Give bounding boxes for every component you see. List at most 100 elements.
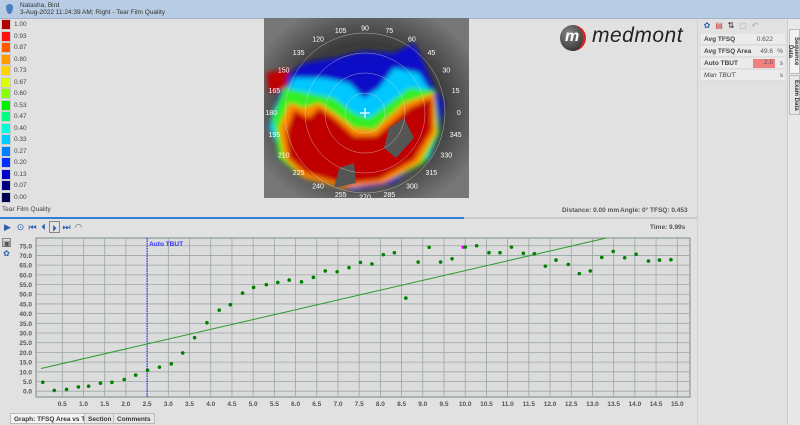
data-point: [86, 384, 91, 388]
legend-item: 0.80: [1, 53, 61, 65]
x-tick-label: 1.0: [79, 401, 88, 408]
data-point: [427, 245, 431, 250]
x-tick-label: 15.0: [671, 401, 684, 408]
flag-icon[interactable]: ▤: [714, 21, 724, 30]
result-value: 49.6: [760, 48, 773, 55]
angle-label: 15: [452, 88, 460, 95]
y-tick-label: 45.0: [19, 301, 32, 308]
tab-section[interactable]: Section: [84, 413, 116, 424]
y-tick-label: 15.0: [19, 360, 32, 367]
data-point: [311, 275, 316, 280]
legend-label: 0.20: [14, 159, 27, 166]
data-point: [347, 265, 351, 270]
legend-item: 1.00: [1, 19, 61, 30]
x-tick-label: 8.0: [376, 401, 385, 408]
legend-swatch: [1, 19, 11, 30]
data-point: [287, 278, 292, 282]
data-point: [669, 257, 673, 262]
angle-readout: Angle: 0°: [620, 207, 649, 214]
sort-icon[interactable]: ⇅: [726, 21, 736, 30]
data-point: [335, 269, 339, 274]
legend-item: 0.27: [1, 145, 61, 157]
data-point: [498, 250, 502, 255]
data-point: [217, 308, 222, 312]
x-tick-label: 12.0: [544, 401, 557, 408]
step-back-button[interactable]: ⏴: [38, 221, 49, 233]
tab-sequence-data[interactable]: Sequence Data: [787, 29, 800, 74]
data-point: [228, 302, 233, 307]
data-point: [205, 320, 209, 325]
data-point: [532, 251, 537, 256]
data-point: [275, 280, 280, 285]
legend-item: 0.13: [1, 168, 61, 180]
refresh-icon[interactable]: ✿: [702, 21, 712, 30]
undo-icon[interactable]: ↶: [750, 21, 760, 30]
x-tick-label: 6.0: [291, 401, 300, 408]
data-point: [64, 387, 69, 392]
result-row: Avg TFSQ 0.622: [701, 34, 785, 45]
playback-progress-bar[interactable]: [0, 217, 697, 219]
data-point: [192, 335, 197, 340]
tfsq-area-chart: 0.0 5.0 10.0 15.0 20.0 25.0 30.0 35.0 40.0 45.0 50…: [19, 237, 691, 408]
data-point: [110, 380, 114, 385]
tab-comments[interactable]: Comments: [113, 413, 155, 424]
legend-item: 0.67: [1, 76, 61, 88]
x-tick-label: 3.0: [164, 401, 173, 408]
x-tick-label: 14.0: [629, 401, 642, 408]
data-point: [381, 252, 386, 257]
y-tick-label: 10.0: [19, 369, 32, 376]
plot-area: [35, 237, 691, 398]
result-value: 2.5: [753, 59, 775, 68]
x-tick-label: 11.0: [501, 401, 514, 408]
data-point: [554, 258, 558, 262]
x-tick-label: 9.5: [439, 401, 448, 408]
result-unit: %: [777, 48, 783, 55]
data-point: [463, 245, 468, 249]
skip-back-button[interactable]: ⏮: [27, 221, 38, 233]
result-row: Auto TBUT 2.5 s: [701, 58, 785, 69]
y-tick-label: 35.0: [19, 321, 32, 328]
legend-item: 0.20: [1, 157, 61, 168]
x-tick-label: 11.5: [523, 401, 536, 408]
legend-item: 0.73: [1, 65, 61, 76]
x-tick-label: 6.5: [312, 401, 321, 408]
x-tick-label: 2.5: [143, 401, 152, 408]
data-point: [657, 258, 662, 262]
data-point: [588, 269, 593, 273]
legend-swatch: [1, 191, 11, 203]
data-point: [577, 271, 582, 276]
legend-label: 0.93: [14, 32, 27, 40]
x-tick-label: 7.0: [333, 401, 342, 408]
data-point: [509, 245, 514, 249]
x-tick-label: 7.5: [355, 401, 364, 408]
legend-swatch: [1, 76, 11, 88]
y-tick-label: 30.0: [19, 331, 32, 338]
x-tick-label: 4.0: [206, 401, 215, 408]
auto-tbut-label: Auto TBUT: [149, 241, 183, 248]
tear-film-map[interactable]: 0 15 30 45 60 75 90 105 120 135 150 165 180 195 210 225…: [264, 18, 469, 198]
legend-swatch: [1, 157, 11, 168]
x-tick-label: 3.5: [185, 401, 194, 408]
tab-exam-data[interactable]: Exam Data: [789, 75, 800, 115]
result-row: Avg TFSQ Area 49.6%: [701, 46, 785, 57]
angle-label: 75: [385, 28, 393, 35]
legend-label: 0.33: [14, 136, 27, 143]
result-row: Man TBUT s: [701, 70, 785, 81]
record-button[interactable]: ⊙: [15, 221, 26, 233]
skip-forward-button[interactable]: ⏭: [61, 221, 72, 233]
save-icon[interactable]: ▢: [738, 21, 748, 30]
angle-label: 120: [312, 37, 324, 44]
speed-icon[interactable]: ◠: [73, 221, 84, 233]
result-unit: s: [779, 72, 783, 79]
play-button[interactable]: ▶: [2, 221, 13, 233]
data-point: [521, 251, 526, 256]
data-point: [370, 262, 374, 266]
data-point: [299, 280, 304, 284]
x-tick-label: 13.0: [586, 401, 599, 408]
step-forward-button[interactable]: ⏵: [49, 221, 60, 233]
data-point: [133, 373, 138, 377]
x-tick-label: 2.0: [121, 401, 130, 408]
x-tick-label: 5.5: [270, 401, 279, 408]
result-label: Avg TFSQ Area: [704, 48, 752, 55]
result-label: Man TBUT: [704, 72, 736, 79]
